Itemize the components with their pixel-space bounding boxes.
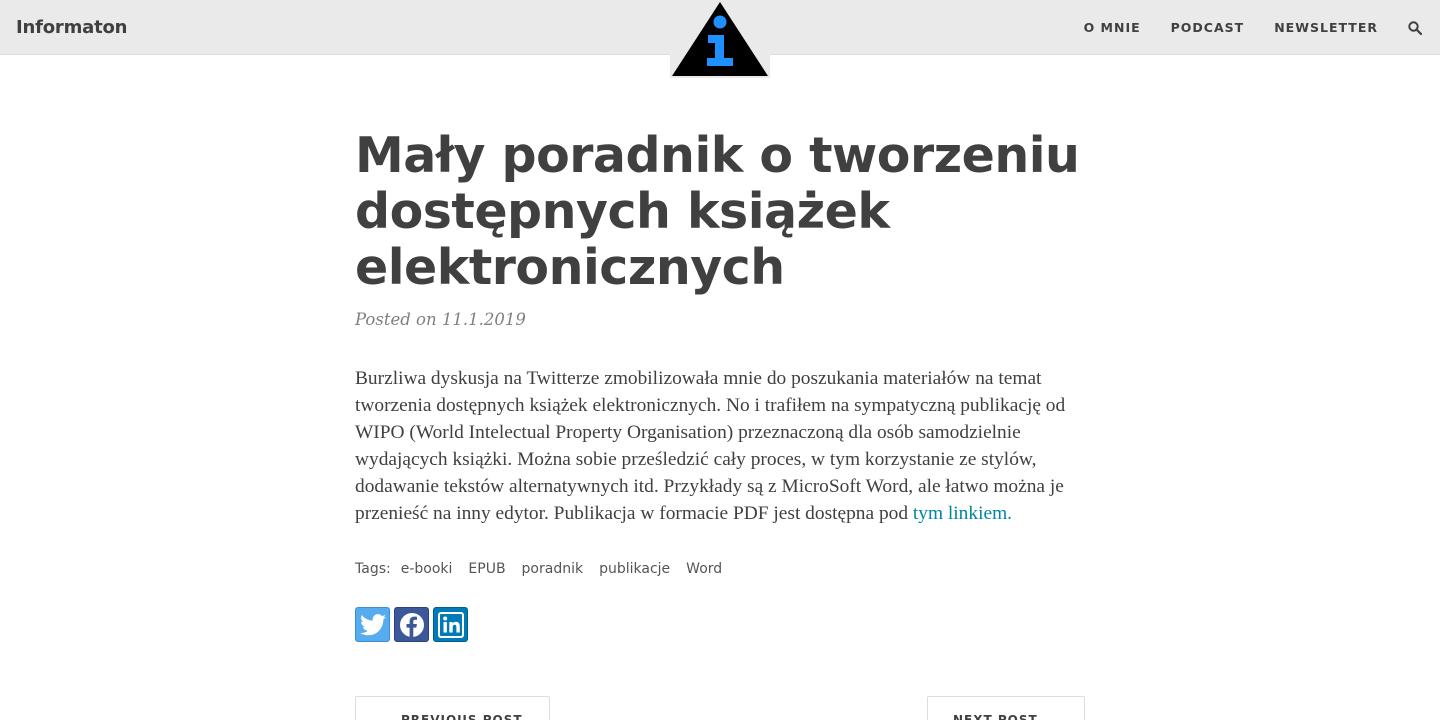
post-body-link[interactable]: tym linkiem.	[913, 503, 1012, 524]
site-logo[interactable]	[670, 0, 770, 78]
next-post-button[interactable]: NEXT POST	[927, 696, 1085, 720]
post-article: Mały poradnik o tworzeniu dostępnych ksi…	[355, 128, 1085, 642]
post-tags: Tags: e-booki EPUB poradnik publikacje W…	[355, 561, 1085, 577]
search-icon	[1408, 20, 1422, 35]
twitter-icon	[359, 613, 386, 635]
tag-link[interactable]: poradnik	[522, 561, 584, 577]
info-triangle-logo-icon	[672, 2, 768, 76]
main-nav: O MNIE PODCAST NEWSLETTER	[1084, 0, 1440, 55]
tags-label: Tags:	[355, 561, 391, 577]
linkedin-icon	[437, 611, 464, 638]
facebook-icon	[399, 612, 424, 637]
post-body: Burzliwa dyskusja na Twitterze zmobilizo…	[355, 365, 1085, 527]
navbar: Informaton O MNIE PODCAST NEWSLETTER	[0, 0, 1440, 78]
share-linkedin-button[interactable]	[433, 607, 468, 642]
nav-link-podcast[interactable]: PODCAST	[1171, 20, 1245, 35]
post-body-text: Burzliwa dyskusja na Twitterze zmobilizo…	[355, 368, 1066, 524]
share-buttons	[355, 607, 1085, 642]
tag-link[interactable]: EPUB	[468, 561, 505, 577]
share-facebook-button[interactable]	[394, 607, 429, 642]
tag-link[interactable]: Word	[686, 561, 722, 577]
tag-link[interactable]: publikacje	[599, 561, 670, 577]
previous-post-label: PREVIOUS POST	[401, 713, 523, 720]
tag-link[interactable]: e-booki	[401, 561, 453, 577]
post-title: Mały poradnik o tworzeniu dostępnych ksi…	[355, 127, 1080, 296]
nav-link-newsletter[interactable]: NEWSLETTER	[1274, 20, 1378, 35]
site-brand-link[interactable]: Informaton	[16, 0, 127, 55]
share-twitter-button[interactable]	[355, 607, 390, 642]
post-meta: Posted on 11.1.2019	[355, 310, 526, 329]
nav-link-o-mnie[interactable]: O MNIE	[1084, 20, 1141, 35]
search-button[interactable]	[1408, 20, 1424, 36]
previous-post-button[interactable]: PREVIOUS POST	[355, 696, 550, 720]
next-post-label: NEXT POST	[953, 713, 1038, 720]
